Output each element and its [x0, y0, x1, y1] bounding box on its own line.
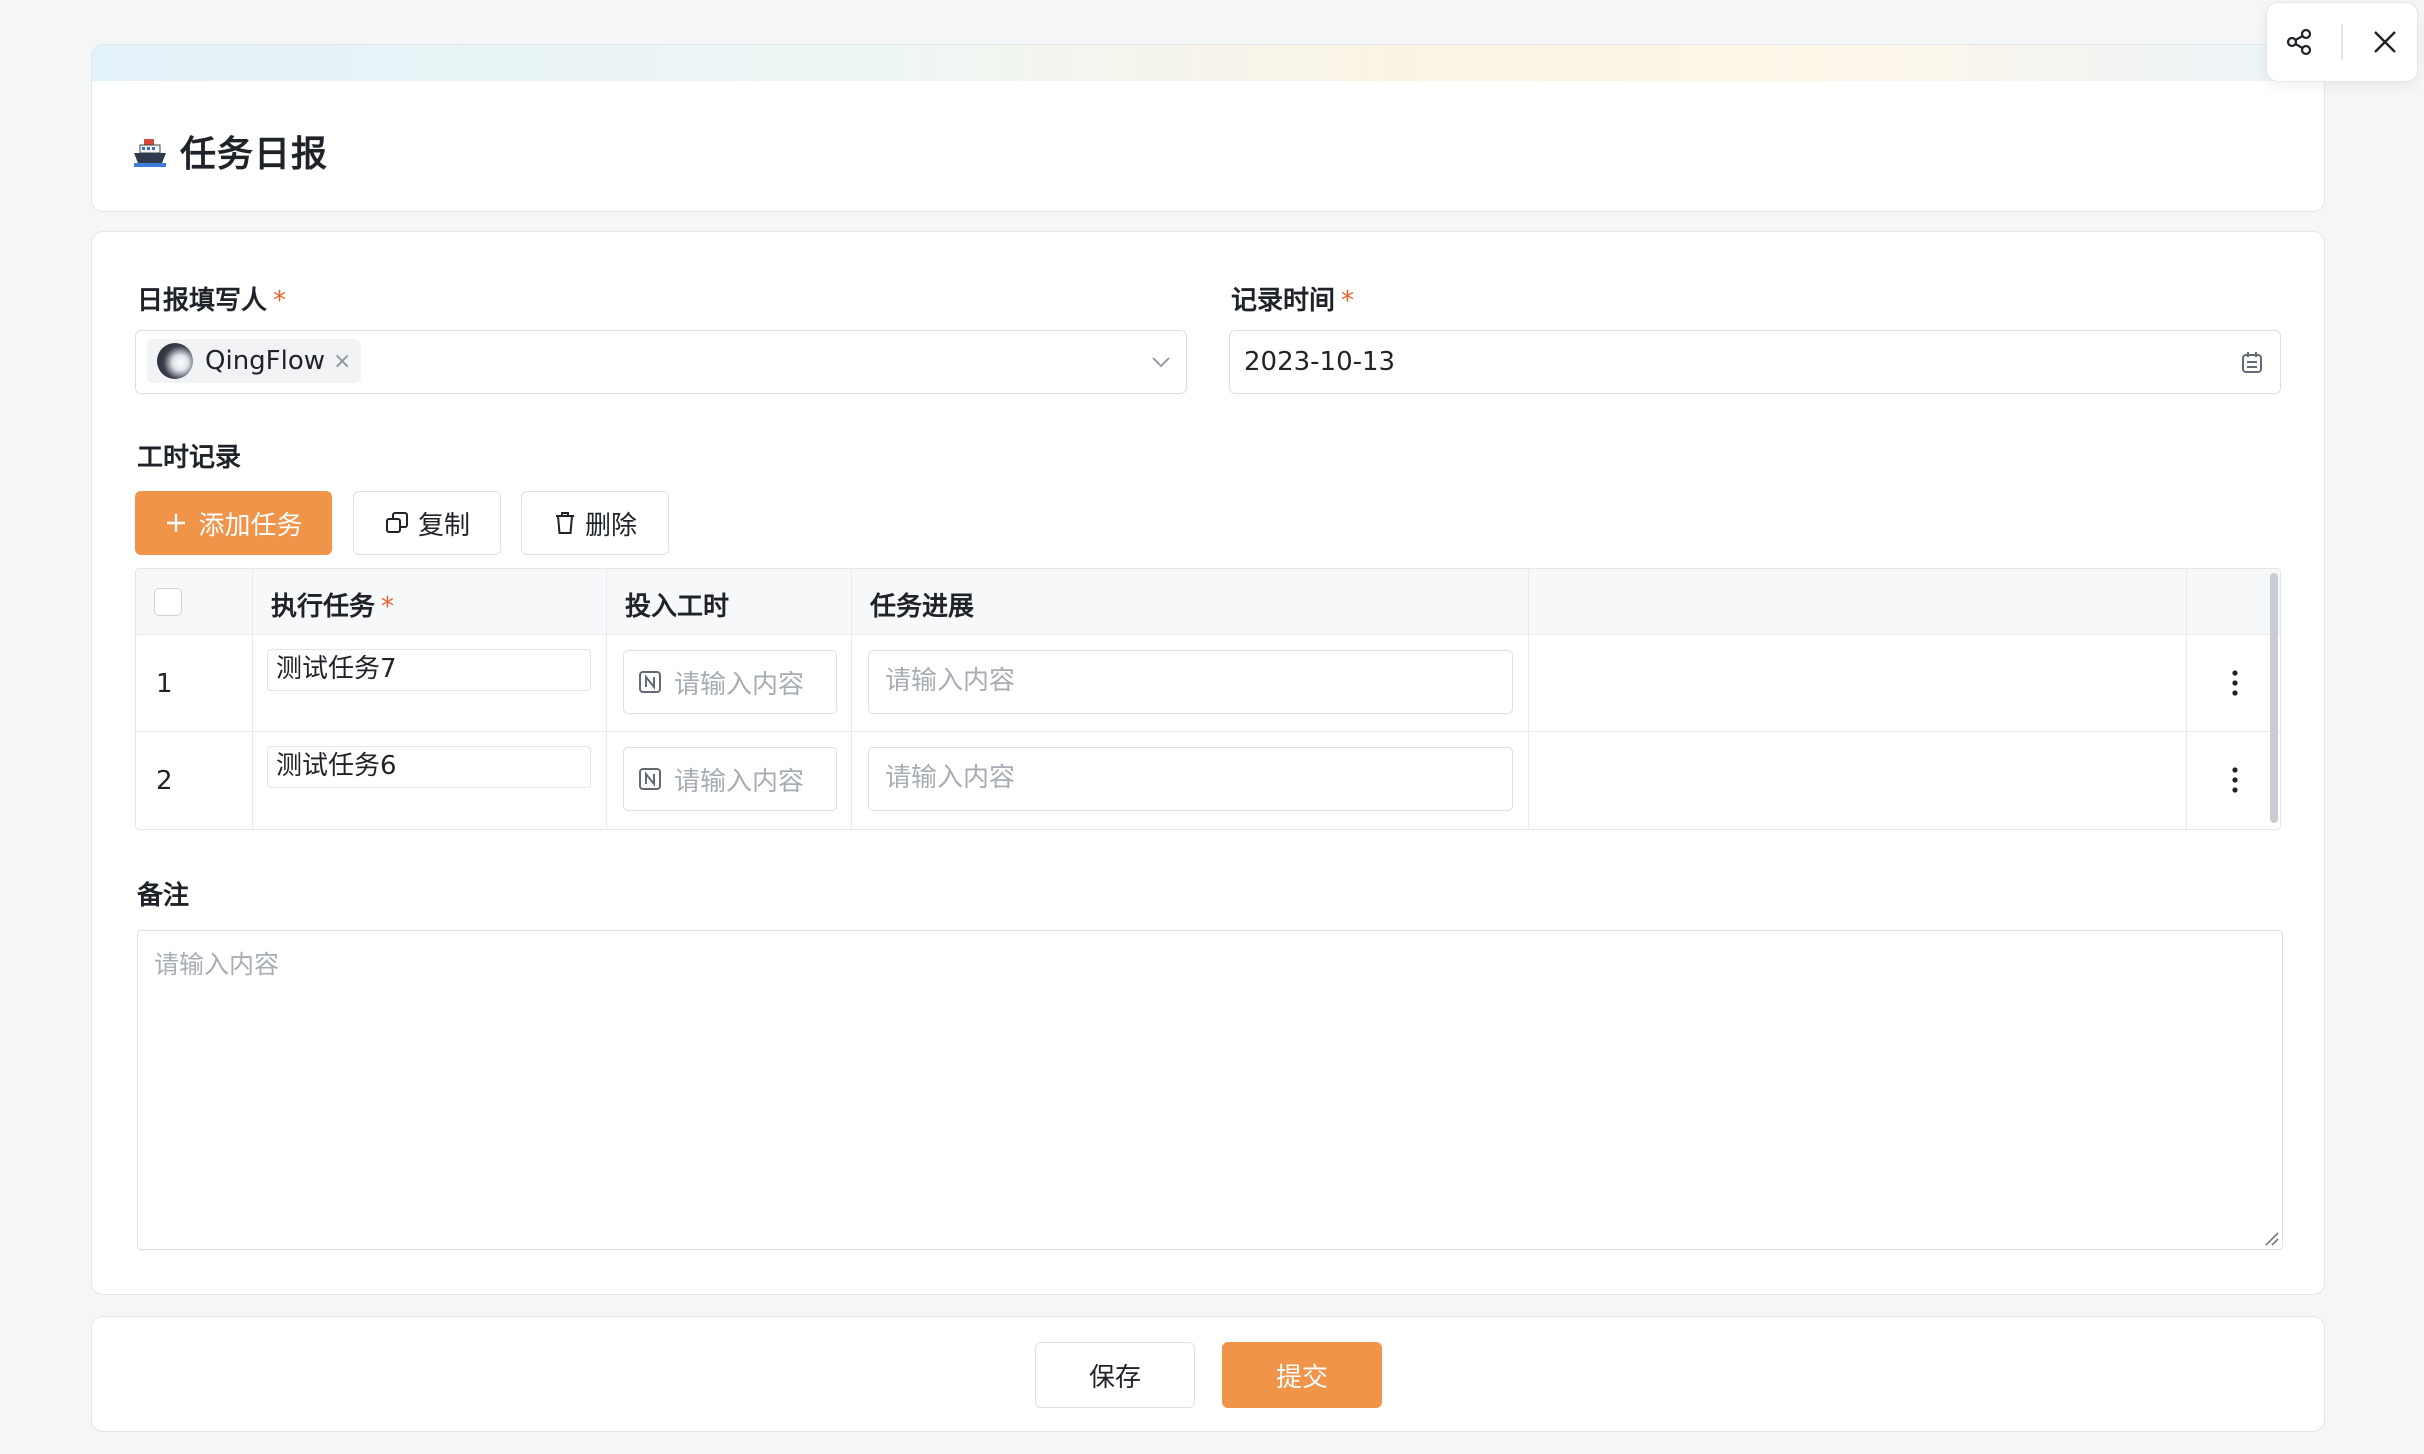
avatar [157, 343, 193, 379]
calendar-icon[interactable] [2238, 349, 2266, 377]
required-mark: * [273, 286, 287, 316]
progress-input[interactable]: 请输入内容 [868, 747, 1513, 811]
record-time-label: 记录时间 * [1231, 280, 1354, 317]
user-tag-name: QingFlow [205, 346, 326, 376]
close-button[interactable] [2363, 20, 2407, 64]
row-index-cell: 2 [136, 732, 253, 829]
delete-label: 删除 [584, 510, 637, 541]
header-card: 任务日报 [91, 44, 2325, 212]
table-scrollbar[interactable] [2270, 573, 2278, 823]
number-icon [639, 768, 661, 790]
reporter-select[interactable]: QingFlow × [135, 330, 1187, 394]
trash-icon [555, 512, 574, 534]
column-header-empty [1529, 569, 2187, 634]
task-cell: 测试任务7 [253, 635, 607, 731]
add-task-button[interactable]: 添加任务 [135, 491, 332, 555]
more-vertical-icon[interactable] [2223, 665, 2247, 701]
column-hours-label: 投入工时 [625, 592, 730, 622]
reporter-label-text: 日报填写人 [137, 286, 268, 316]
page-title: 任务日报 [180, 134, 329, 175]
date-value: 2023-10-13 [1244, 347, 1396, 377]
share-button[interactable] [2277, 20, 2321, 64]
column-header-task: 执行任务 * [253, 569, 607, 634]
progress-cell: 请输入内容 [852, 635, 1529, 731]
top-actions [2266, 2, 2418, 82]
column-header-actions [2187, 569, 2280, 634]
task-cell: 测试任务6 [253, 732, 607, 829]
plus-icon [167, 514, 186, 532]
user-tag: QingFlow × [147, 339, 362, 383]
close-icon [2374, 31, 2396, 53]
row-index-cell: 1 [136, 635, 253, 731]
tag-remove-icon[interactable]: × [333, 349, 351, 374]
hours-input[interactable]: 请输入内容 [623, 650, 837, 714]
number-icon [639, 671, 661, 693]
copy-button[interactable]: 复制 [353, 491, 501, 555]
submit-button[interactable]: 提交 [1222, 1342, 1382, 1408]
column-task-label: 执行任务 [271, 592, 376, 622]
row-actions-cell [2187, 732, 2280, 829]
ship-icon [132, 133, 168, 169]
reporter-label: 日报填写人 * [137, 280, 286, 317]
add-task-label: 添加任务 [198, 510, 303, 541]
empty-cell [1529, 635, 2187, 731]
column-header-progress: 任务进展 [852, 569, 1529, 634]
resize-handle-icon[interactable] [2262, 1229, 2280, 1247]
record-time-label-text: 记录时间 [1231, 286, 1336, 316]
remarks-textarea[interactable]: 请输入内容 [137, 930, 2283, 1250]
copy-label: 复制 [417, 510, 470, 541]
task-input[interactable]: 测试任务6 [267, 746, 591, 788]
hours-input[interactable]: 请输入内容 [623, 747, 837, 811]
row-index: 2 [156, 766, 173, 796]
delete-button[interactable]: 删除 [521, 491, 669, 555]
column-header-hours: 投入工时 [607, 569, 852, 634]
column-header-task-text: 执行任务 * [271, 586, 394, 623]
table-header-row: 执行任务 * 投入工时 任务进展 [136, 569, 2280, 635]
worklog-label: 工时记录 [137, 443, 242, 473]
required-mark: * [1341, 286, 1355, 316]
remarks-label: 备注 [137, 881, 190, 911]
record-time-date-picker[interactable]: 2023-10-13 [1229, 330, 2281, 394]
column-progress-label: 任务进展 [870, 592, 975, 622]
header-gradient-banner [92, 45, 2324, 81]
row-index: 1 [156, 669, 173, 699]
remarks-placeholder: 请输入内容 [154, 950, 280, 979]
task-input[interactable]: 测试任务7 [267, 649, 591, 691]
more-vertical-icon[interactable] [2223, 762, 2247, 798]
copy-icon [385, 512, 408, 533]
select-all-checkbox[interactable] [154, 588, 182, 616]
progress-input[interactable]: 请输入内容 [868, 650, 1513, 714]
progress-cell: 请输入内容 [852, 732, 1529, 829]
footer-card: 保存 提交 [91, 1316, 2325, 1432]
title-row: 任务日报 [132, 125, 328, 177]
actions-divider [2341, 24, 2343, 60]
hours-cell: 请输入内容 [607, 635, 852, 731]
table-row: 1 测试任务7 请输入内容 请输入内容 [136, 635, 2280, 732]
chevron-down-icon [1152, 357, 1170, 368]
table-row: 2 测试任务6 请输入内容 请输入内容 [136, 732, 2280, 829]
hours-placeholder: 请输入内容 [674, 766, 805, 797]
hours-cell: 请输入内容 [607, 732, 852, 829]
select-column-header [136, 569, 253, 634]
required-mark: * [381, 592, 395, 622]
row-actions-cell [2187, 635, 2280, 731]
hours-placeholder: 请输入内容 [674, 669, 805, 700]
share-icon [2286, 28, 2312, 56]
save-button[interactable]: 保存 [1035, 1342, 1195, 1408]
empty-cell [1529, 732, 2187, 829]
task-table: 执行任务 * 投入工时 任务进展 1 测试任务7 请输入内容 请输入内容 2 测… [135, 568, 2281, 830]
form-card: 日报填写人 * QingFlow × 记录时间 * 2023-10-13 工时记录 … [91, 231, 2325, 1295]
